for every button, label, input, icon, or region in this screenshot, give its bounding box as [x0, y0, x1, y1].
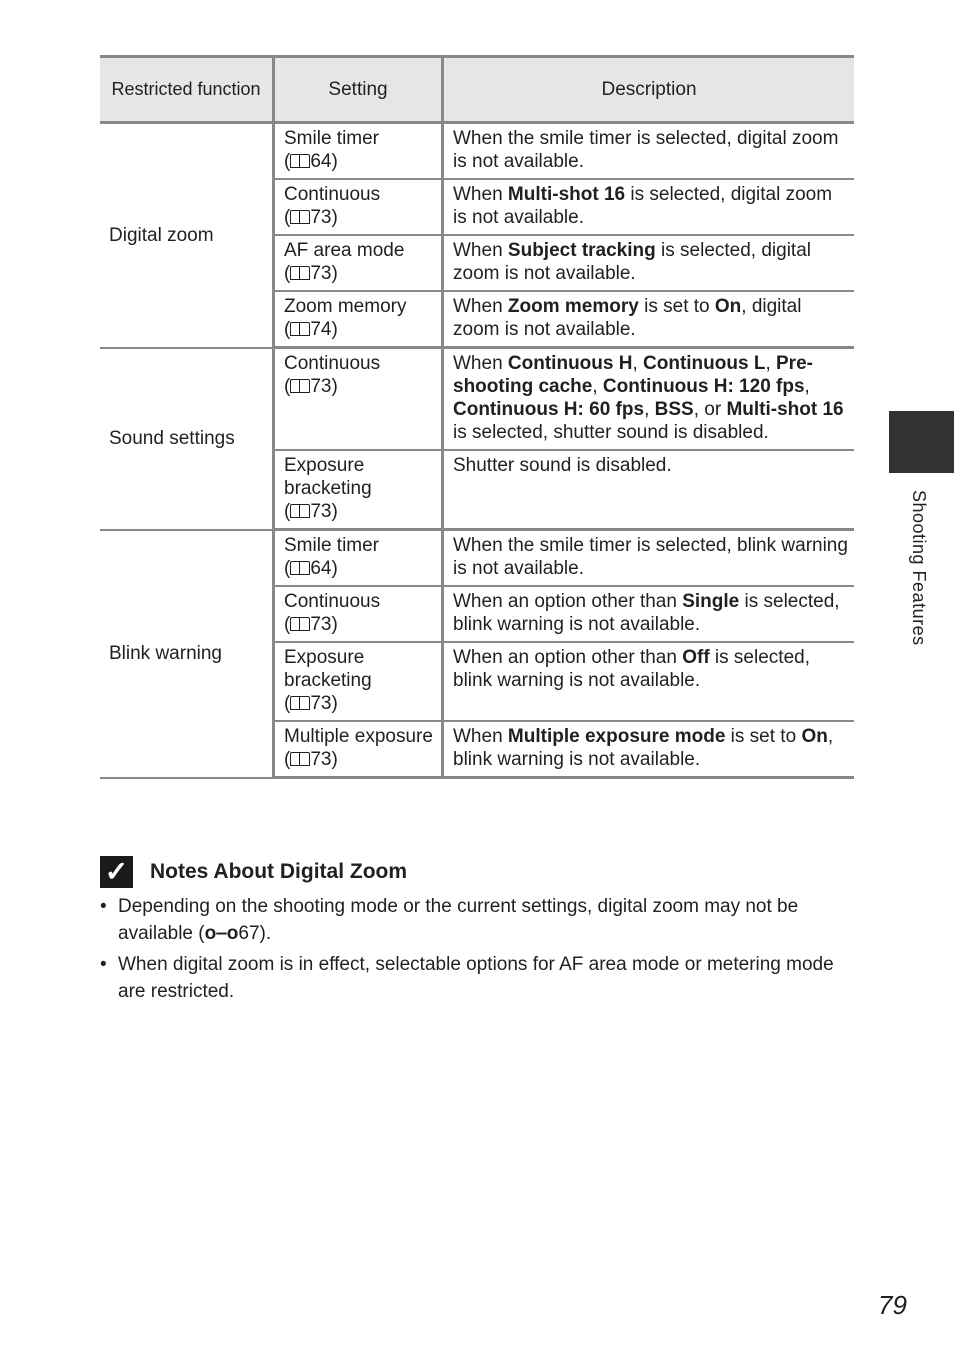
note-bullet: Depending on the shooting mode or the cu…	[100, 893, 860, 947]
setting-name: Exposure bracketing	[284, 455, 372, 499]
description-cell: When Multi-shot 16 is selected, digital …	[441, 179, 854, 236]
description-cell: When Zoom memory is set to On, digital z…	[441, 291, 854, 349]
setting-name: Continuous	[284, 591, 381, 612]
description-cell: When Multiple exposure mode is set to On…	[441, 721, 854, 779]
book-icon	[290, 266, 311, 280]
description-cell: When Continuous H, Continuous L, Pre-sho…	[441, 347, 854, 451]
binoculars-icon: o‒o	[204, 923, 239, 944]
page-number: 79	[878, 1290, 907, 1320]
book-icon	[290, 617, 311, 631]
setting-name: Continuous	[284, 353, 381, 374]
setting-cell: Continuous(73)	[272, 179, 443, 236]
description-cell: Shutter sound is disabled.	[441, 450, 854, 531]
header-description: Description	[441, 55, 854, 124]
description-cell: When the smile timer is selected, blink …	[441, 529, 854, 587]
header-restricted-function: Restricted function	[100, 55, 274, 124]
restrictions-table: Restricted function Setting Description …	[100, 55, 854, 779]
setting-name: Multiple exposure	[284, 726, 433, 747]
restricted-function-cell: Digital zoom	[100, 122, 274, 349]
header-setting: Setting	[272, 55, 443, 124]
page-ref[interactable]: 73	[310, 693, 331, 714]
setting-name: AF area mode	[284, 240, 405, 261]
description-cell: When an option other than Off is selecte…	[441, 642, 854, 722]
setting-cell: Continuous(73)	[272, 586, 443, 643]
book-icon	[290, 154, 311, 168]
note-bullet: When digital zoom is in effect, selectab…	[100, 951, 860, 1005]
page-ref[interactable]: 73	[310, 614, 331, 635]
restricted-function-cell: Sound settings	[100, 347, 274, 531]
table-row: Sound settings Continuous(73) When Continu…	[100, 347, 854, 531]
page-ref[interactable]: 64	[310, 558, 331, 579]
description-cell: When Subject tracking is selected, digit…	[441, 235, 854, 292]
setting-cell: Exposure bracketing(73)	[272, 642, 443, 722]
setting-cell: Smile timer(64)	[272, 122, 443, 180]
page-ref[interactable]: 73	[310, 749, 331, 770]
page-ref[interactable]: 73	[310, 376, 331, 397]
check-icon: ✓	[100, 856, 133, 888]
page-ref[interactable]: 73	[310, 207, 331, 228]
setting-name: Smile timer	[284, 128, 380, 149]
book-icon	[290, 696, 311, 710]
restricted-function-cell: Blink warning	[100, 529, 274, 779]
book-icon	[290, 561, 311, 575]
page-ref[interactable]: 74	[310, 319, 331, 340]
description-cell: When an option other than Single is sele…	[441, 586, 854, 643]
page-ref[interactable]: 64	[310, 151, 331, 172]
page-ref[interactable]: 73	[310, 263, 331, 284]
setting-cell: Multiple exposure(73)	[272, 721, 443, 779]
book-icon	[290, 210, 311, 224]
book-icon	[290, 504, 311, 518]
section-label: Shooting Features	[909, 490, 929, 646]
description-cell: When the smile timer is selected, digita…	[441, 122, 854, 180]
setting-cell: Smile timer(64)	[272, 529, 443, 587]
table-header: Restricted function Setting Description	[100, 55, 854, 124]
setting-name: Zoom memory	[284, 296, 407, 317]
setting-name: Exposure bracketing	[284, 647, 372, 691]
book-icon	[290, 322, 311, 336]
book-icon	[290, 379, 311, 393]
notes-section: ✓ Notes About Digital Zoom Depending on …	[100, 855, 860, 1005]
notes-title: Notes About Digital Zoom	[150, 860, 408, 883]
section-tab-marker	[889, 411, 954, 473]
table-row: Blink warning Smile timer(64) When the smi…	[100, 529, 854, 779]
setting-cell: Exposure bracketing(73)	[272, 450, 443, 531]
setting-cell: Zoom memory(74)	[272, 291, 443, 349]
setting-name: Continuous	[284, 184, 381, 205]
setting-name: Smile timer	[284, 535, 380, 556]
book-icon	[290, 752, 311, 766]
page-ref[interactable]: 73	[310, 501, 331, 522]
setting-cell: AF area mode(73)	[272, 235, 443, 292]
table-row: Digital zoom Smile timer(64) When the smil…	[100, 122, 854, 349]
setting-cell: Continuous(73)	[272, 347, 443, 451]
